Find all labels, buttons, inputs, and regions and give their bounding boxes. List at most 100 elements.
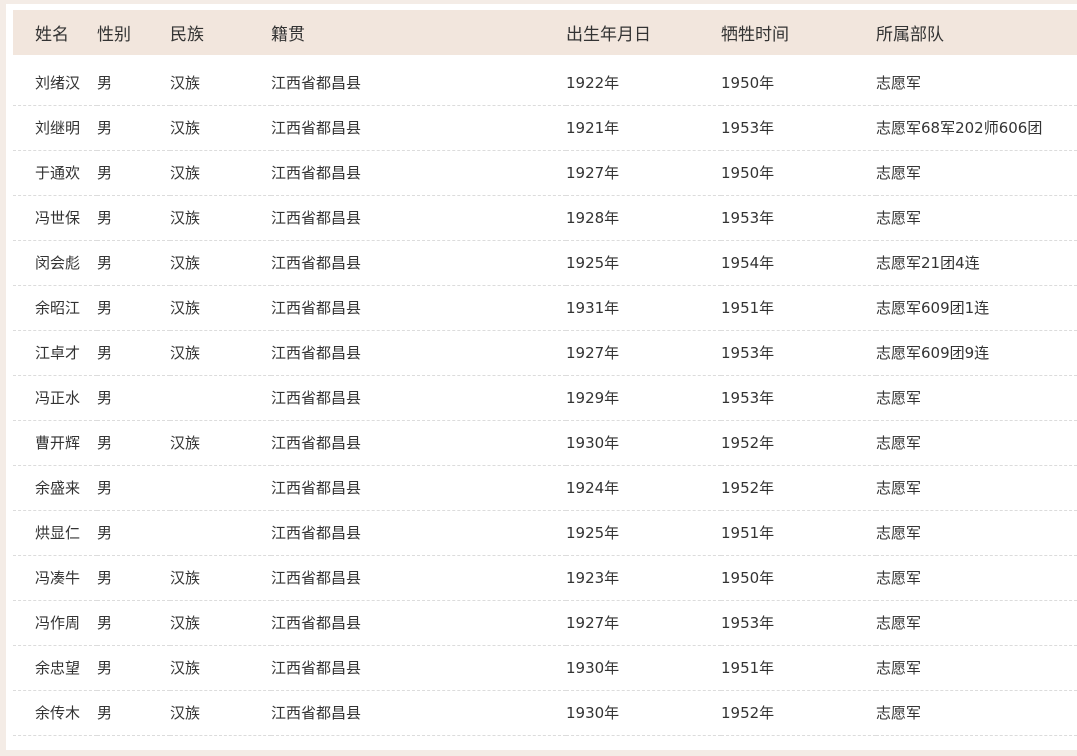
cell-ethnicity: 汉族	[170, 614, 201, 632]
cell-unit: 志愿军609团1连	[876, 299, 990, 317]
cell-native-place: 江西省都昌县	[271, 704, 362, 722]
cell-name: 刘继明	[35, 119, 81, 137]
cell-name: 曹开辉	[35, 434, 81, 452]
table-row: 江卓才男 汉族 江西省都昌县 1927年 1953年 志愿军609团9连	[13, 330, 1077, 375]
cell-name: 余忠望	[35, 659, 81, 677]
cell-death-date: 1951年	[721, 659, 775, 677]
cell-birth-date: 1927年	[566, 164, 620, 182]
cell-birth-date: 1927年	[566, 614, 620, 632]
table-header-row: 姓名 性别 民族 籍贯 出生年月日 牺牲时间 所属部队	[13, 10, 1077, 55]
cell-unit: 志愿军609团9连	[876, 344, 990, 362]
cell-native-place: 江西省都昌县	[271, 73, 362, 92]
cell-death-date: 1951年	[721, 299, 775, 317]
header-unit: 所属部队	[876, 25, 944, 45]
cell-name: 余盛来	[35, 479, 81, 497]
cell-native-place: 江西省都昌县	[271, 659, 362, 677]
cell-native-place: 江西省都昌县	[271, 299, 362, 317]
table-row: 冯世保男 汉族 江西省都昌县 1928年 1953年 志愿军	[13, 195, 1077, 240]
cell-native-place: 江西省都昌县	[271, 614, 362, 632]
cell-native-place: 江西省都昌县	[271, 209, 362, 227]
cell-ethnicity: 汉族	[170, 434, 201, 452]
cell-gender: 男	[97, 524, 113, 542]
table-body: 刘绪汉男汉族 江西省都昌县 1922年 1950年 志愿军 刘继明男汉族 江西省都昌县 192…	[13, 55, 1077, 735]
cell-birth-date: 1922年	[566, 73, 620, 92]
cell-ethnicity: 汉族	[170, 254, 201, 272]
cell-name: 余昭江	[35, 299, 81, 317]
cell-unit: 志愿军68军202师606团	[876, 119, 1043, 137]
cell-birth-date: 1931年	[566, 299, 620, 317]
cell-death-date: 1953年	[721, 389, 775, 407]
cell-native-place: 江西省都昌县	[271, 164, 362, 182]
table-row: 余盛来男 江西省都昌县 1924年 1952年 志愿军	[13, 465, 1077, 510]
cell-gender: 男	[97, 569, 113, 587]
cell-death-date: 1953年	[721, 119, 775, 137]
cell-name: 江卓才	[35, 344, 81, 362]
header-death-date: 牺牲时间	[721, 25, 789, 45]
cell-birth-date: 1923年	[566, 569, 620, 587]
cell-unit: 志愿军	[876, 659, 922, 677]
cell-name: 烘显仁	[35, 524, 81, 542]
page: 姓名 性别 民族 籍贯 出生年月日 牺牲时间 所属部队 刘绪汉男汉族 江西省都昌县…	[0, 0, 1077, 756]
table-row: 冯作周男 汉族 江西省都昌县 1927年 1953年 志愿军	[13, 600, 1077, 645]
cell-death-date: 1952年	[721, 479, 775, 497]
cell-birth-date: 1927年	[566, 344, 620, 362]
cell-birth-date: 1930年	[566, 434, 620, 452]
table-row: 曹开辉男 汉族 江西省都昌县 1930年 1952年 志愿军	[13, 420, 1077, 465]
cell-death-date: 1950年	[721, 164, 775, 182]
cell-ethnicity: 汉族	[170, 704, 201, 722]
cell-gender: 男	[97, 254, 113, 272]
cell-ethnicity: 汉族	[170, 73, 201, 92]
cell-gender: 男	[97, 73, 113, 92]
cell-unit: 志愿军	[876, 434, 922, 452]
cell-native-place: 江西省都昌县	[271, 119, 362, 137]
cell-native-place: 江西省都昌县	[271, 389, 362, 407]
cell-gender: 男	[97, 614, 113, 632]
cell-native-place: 江西省都昌县	[271, 569, 362, 587]
cell-name: 于通欢	[35, 164, 81, 182]
cell-birth-date: 1929年	[566, 389, 620, 407]
cell-native-place: 江西省都昌县	[271, 479, 362, 497]
cell-death-date: 1953年	[721, 344, 775, 362]
table-row: 余忠望男 汉族 江西省都昌县 1930年 1951年 志愿军	[13, 645, 1077, 690]
header-native-place: 籍贯	[271, 25, 305, 45]
cell-gender: 男	[97, 299, 113, 317]
cell-unit: 志愿军	[876, 704, 922, 722]
cell-gender: 男	[97, 164, 113, 182]
header-birth-date: 出生年月日	[566, 25, 651, 45]
table-row: 余传木男 汉族 江西省都昌县 1930年 1952年 志愿军	[13, 690, 1077, 735]
cell-gender: 男	[97, 209, 113, 227]
cell-gender: 男	[97, 434, 113, 452]
cell-ethnicity: 汉族	[170, 209, 201, 227]
cell-gender: 男	[97, 389, 113, 407]
cell-ethnicity: 汉族	[170, 119, 201, 137]
cell-ethnicity	[170, 375, 271, 420]
cell-ethnicity: 汉族	[170, 569, 201, 587]
cell-gender: 男	[97, 344, 113, 362]
table-header: 姓名 性别 民族 籍贯 出生年月日 牺牲时间 所属部队	[13, 10, 1077, 55]
cell-birth-date: 1925年	[566, 254, 620, 272]
cell-native-place: 江西省都昌县	[271, 434, 362, 452]
table-row: 冯凑牛男 汉族 江西省都昌县 1923年 1950年 志愿军	[13, 555, 1077, 600]
table-row: 烘显仁男 江西省都昌县 1925年 1951年 志愿军	[13, 510, 1077, 555]
cell-gender: 男	[97, 119, 113, 137]
table-row: 冯正水男 江西省都昌县 1929年 1953年 志愿军	[13, 375, 1077, 420]
cell-death-date: 1953年	[721, 614, 775, 632]
cell-name: 余传木	[35, 704, 81, 722]
table-row: 刘继明男 汉族 江西省都昌县 1921年 1953年 志愿军68军202师606团	[13, 105, 1077, 150]
cell-birth-date: 1924年	[566, 479, 620, 497]
cell-name: 冯正水	[35, 389, 81, 407]
cell-ethnicity: 汉族	[170, 164, 201, 182]
cell-unit: 志愿军	[876, 524, 922, 542]
cell-death-date: 1952年	[721, 434, 775, 452]
cell-name: 冯作周	[35, 614, 81, 632]
cell-name: 冯世保	[35, 209, 81, 227]
table-row: 余昭江男 汉族 江西省都昌县 1931年 1951年 志愿军609团1连	[13, 285, 1077, 330]
table-row: 于通欢男 汉族 江西省都昌县 1927年 1950年 志愿军	[13, 150, 1077, 195]
cell-ethnicity	[170, 465, 271, 510]
cell-unit: 志愿军21团4连	[876, 254, 980, 272]
cell-unit: 志愿军	[876, 209, 922, 227]
table-row: 闵会彪男 汉族 江西省都昌县 1925年 1954年 志愿军21团4连	[13, 240, 1077, 285]
cell-unit: 志愿军	[876, 569, 922, 587]
cell-gender: 男	[97, 479, 113, 497]
cell-birth-date: 1930年	[566, 704, 620, 722]
